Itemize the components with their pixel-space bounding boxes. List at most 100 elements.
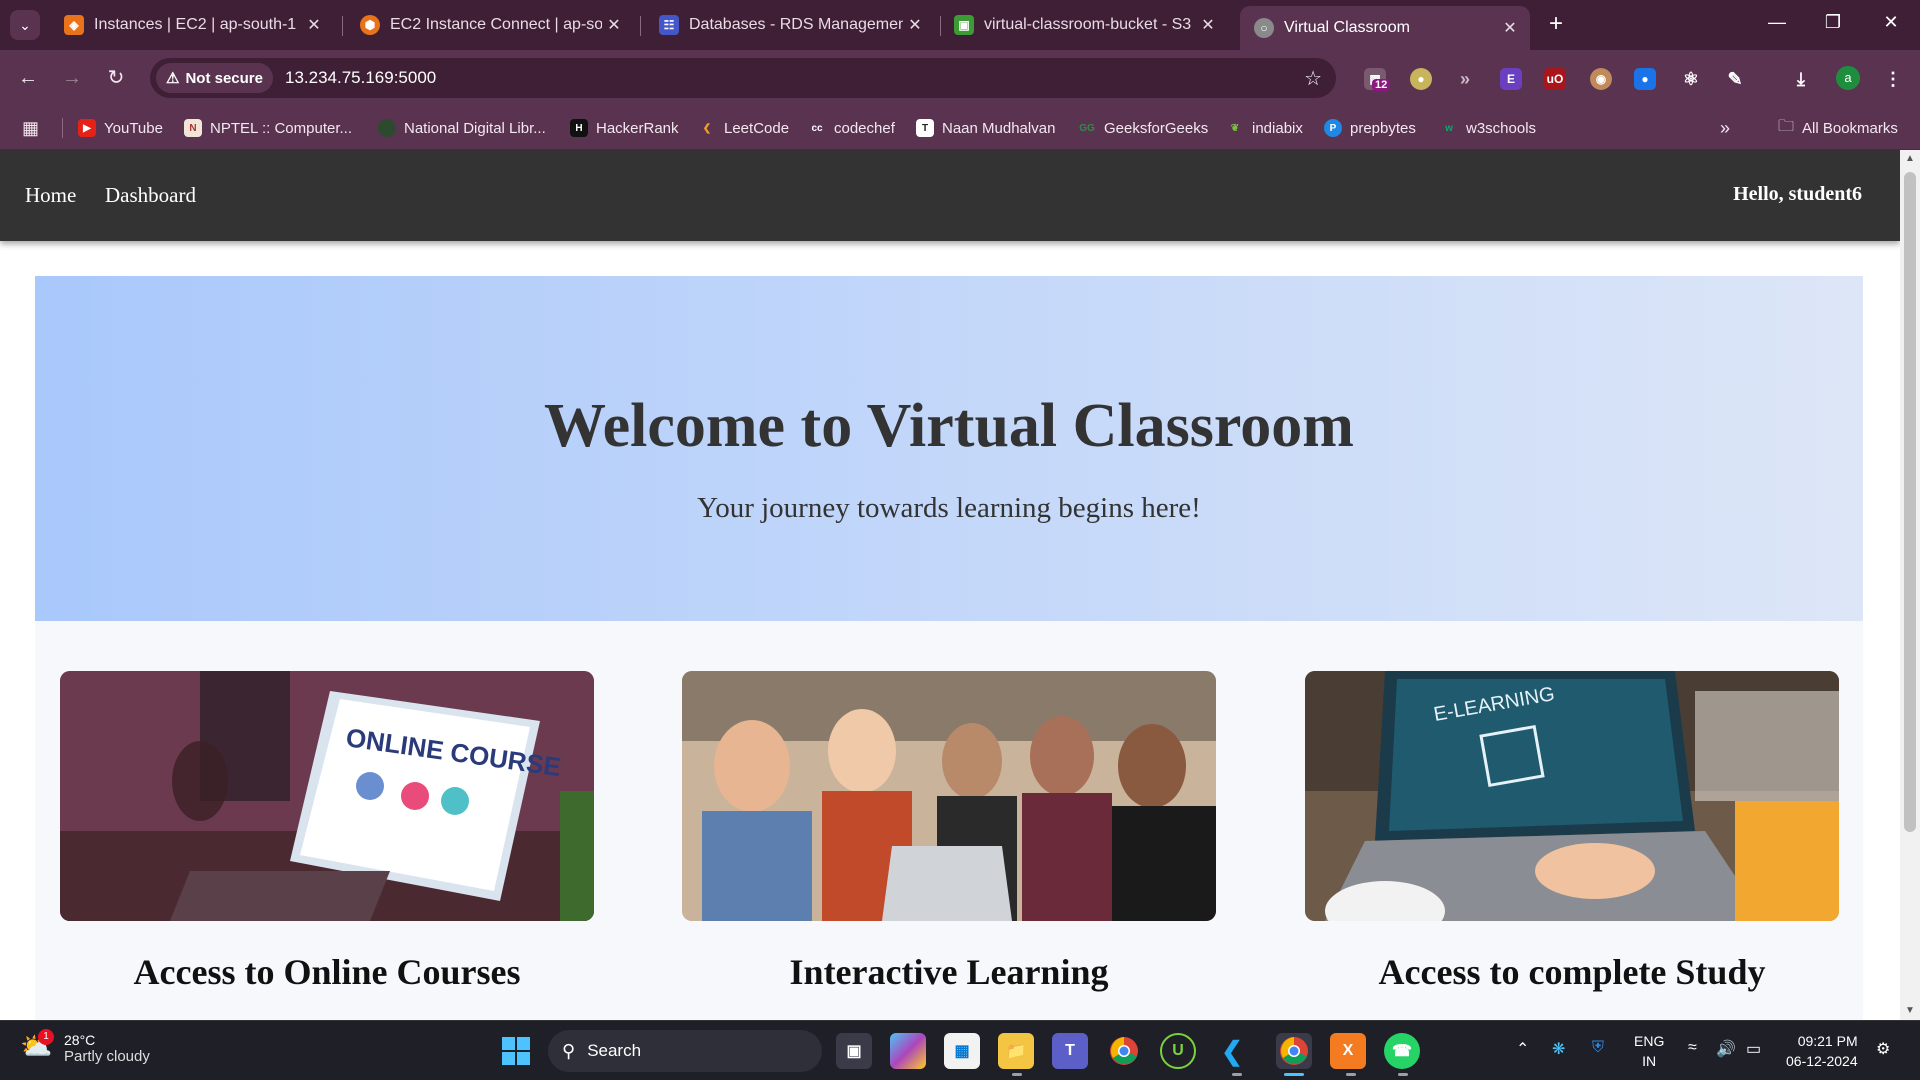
task-view-icon[interactable]: ▣ xyxy=(836,1033,872,1069)
search-label: Search xyxy=(587,1041,642,1060)
tab-divider xyxy=(640,16,641,36)
bookmark-w3schools[interactable]: w w3schools xyxy=(1440,117,1536,139)
scroll-thumb[interactable] xyxy=(1904,172,1916,832)
tab-virtual-classroom[interactable]: ○ Virtual Classroom ✕ xyxy=(1240,6,1530,50)
reload-button[interactable]: ↻ xyxy=(102,64,130,92)
whatsapp-icon[interactable]: ☎ xyxy=(1384,1033,1420,1069)
download-icon[interactable]: ⤓ xyxy=(1790,68,1812,90)
volume-icon[interactable]: 🔊 xyxy=(1716,1039,1736,1059)
minimize-button[interactable]: — xyxy=(1762,12,1792,33)
react-devtools-icon[interactable]: ⚛ xyxy=(1680,68,1702,90)
close-window-button[interactable]: ✕ xyxy=(1876,12,1906,33)
bookmark-ndl[interactable]: National Digital Libr... xyxy=(378,117,546,139)
bookmark-label: NPTEL :: Computer... xyxy=(210,119,352,137)
address-bar[interactable]: ⚠ Not secure 13.234.75.169:5000 ☆ xyxy=(150,58,1336,98)
apps-grid-button[interactable]: ▦ xyxy=(22,117,39,139)
extension-icon[interactable]: ◉ xyxy=(1590,68,1612,90)
bookmark-label: YouTube xyxy=(104,119,163,137)
tab-ec2-connect[interactable]: ⬢ EC2 Instance Connect | ap-south ✕ xyxy=(346,6,634,44)
file-explorer-icon[interactable]: 📁 xyxy=(998,1033,1034,1069)
language-indicator[interactable]: ENG IN xyxy=(1634,1031,1664,1071)
menu-kebab-icon[interactable]: ⋮ xyxy=(1882,68,1904,90)
scroll-up-arrow[interactable]: ▲ xyxy=(1900,150,1920,168)
nav-home-link[interactable]: Home xyxy=(25,183,76,208)
tab-s3-bucket[interactable]: ▣ virtual-classroom-bucket - S3 b ✕ xyxy=(940,6,1228,44)
system-clock[interactable]: 09:21 PM 06-12-2024 xyxy=(1786,1031,1858,1071)
tab-title: EC2 Instance Connect | ap-south xyxy=(390,16,602,33)
chrome-profile-icon[interactable] xyxy=(1276,1033,1312,1069)
close-icon[interactable]: ✕ xyxy=(1196,15,1220,35)
ublock-icon[interactable]: uO xyxy=(1544,68,1566,90)
back-button[interactable]: ← xyxy=(14,64,42,92)
warning-icon: ⚠ xyxy=(166,70,180,87)
tab-ec2-instances[interactable]: ◈ Instances | EC2 | ap-south-1 ✕ xyxy=(50,6,334,44)
close-icon[interactable]: ✕ xyxy=(302,15,326,35)
page-scrollbar[interactable]: ▲ ▼ xyxy=(1900,150,1920,1020)
password-manager-icon[interactable]: ● xyxy=(1634,68,1656,90)
e-learning-laptop-illustration: E-LEARNING xyxy=(1305,671,1839,921)
running-indicator xyxy=(1398,1073,1408,1076)
teams-icon[interactable]: T xyxy=(1052,1033,1088,1069)
hero-title: Welcome to Virtual Classroom xyxy=(544,392,1354,460)
aws-ec2-icon: ⬢ xyxy=(360,15,380,35)
bookmark-youtube[interactable]: ▶ YouTube xyxy=(78,117,163,139)
prepbytes-icon: P xyxy=(1324,119,1342,137)
weather-widget[interactable]: ⛅ 1 28°C Partly cloudy xyxy=(20,1029,150,1065)
nav-dashboard-link[interactable]: Dashboard xyxy=(105,183,196,208)
more-bookmarks-button[interactable]: » xyxy=(1720,117,1730,139)
new-tab-button[interactable]: + xyxy=(1542,11,1570,39)
bookmark-naan-mudhalvan[interactable]: T Naan Mudhalvan xyxy=(916,117,1055,139)
wifi-icon[interactable]: ≈ xyxy=(1688,1039,1697,1057)
notification-icon[interactable]: ⚙ xyxy=(1876,1039,1890,1059)
microsoft-store-icon[interactable]: ▦ xyxy=(944,1033,980,1069)
extensions-puzzle-icon[interactable]: ✎ xyxy=(1724,68,1746,90)
restore-button[interactable]: ❐ xyxy=(1818,12,1848,33)
bookmark-indiabix[interactable]: ❦ indiabix xyxy=(1226,117,1303,139)
aws-rds-icon: ☷ xyxy=(659,15,679,35)
vscode-icon[interactable]: ❮ xyxy=(1214,1033,1250,1069)
bookmark-star-icon[interactable]: ☆ xyxy=(1304,66,1322,91)
upwork-icon[interactable]: U xyxy=(1160,1033,1196,1069)
close-icon[interactable]: ✕ xyxy=(1498,18,1522,38)
running-indicator xyxy=(1346,1073,1356,1076)
security-chip[interactable]: ⚠ Not secure xyxy=(156,63,273,93)
profile-avatar[interactable]: a xyxy=(1836,66,1860,90)
copilot-icon[interactable] xyxy=(890,1033,926,1069)
defender-icon[interactable]: ⛨ xyxy=(1592,1039,1604,1057)
bookmark-leetcode[interactable]: ❮ LeetCode xyxy=(698,117,789,139)
plus-icon: + xyxy=(1548,10,1563,37)
windows-logo-tile xyxy=(502,1052,515,1065)
extension-icon[interactable]: ● xyxy=(1410,68,1432,90)
extension-icon[interactable]: E xyxy=(1500,68,1522,90)
bookmark-geeksforgeeks[interactable]: GG GeeksforGeeks xyxy=(1078,117,1208,139)
bookmark-hackerrank[interactable]: H HackerRank xyxy=(570,117,679,139)
bookmark-prepbytes[interactable]: P prepbytes xyxy=(1324,117,1416,139)
extension-badge: 12 xyxy=(1372,79,1391,91)
tray-overflow-icon[interactable]: ⌃ xyxy=(1516,1039,1529,1059)
taskbar-search[interactable]: ⚲ Search xyxy=(548,1030,822,1072)
extension-icon[interactable]: » xyxy=(1454,68,1476,90)
xampp-icon[interactable]: X xyxy=(1330,1033,1366,1069)
weather-description: Partly cloudy xyxy=(64,1047,150,1065)
all-bookmarks-button[interactable]: 🗀 All Bookmarks xyxy=(1778,117,1898,139)
close-icon[interactable]: ✕ xyxy=(903,15,927,35)
url-text[interactable]: 13.234.75.169:5000 xyxy=(285,68,436,88)
tab-strip: ⌄ ◈ Instances | EC2 | ap-south-1 ✕ ⬢ EC2… xyxy=(0,0,1920,50)
clock-time: 09:21 PM xyxy=(1797,1033,1858,1049)
region-code: IN xyxy=(1642,1053,1657,1069)
chrome-logo xyxy=(1110,1037,1138,1065)
battery-icon[interactable]: ▭ xyxy=(1746,1039,1761,1059)
scroll-down-arrow[interactable]: ▼ xyxy=(1900,1002,1920,1020)
close-icon[interactable]: ✕ xyxy=(602,15,626,35)
bookmark-codechef[interactable]: cc codechef xyxy=(808,117,894,139)
tab-rds-databases[interactable]: ☷ Databases - RDS Management C ✕ xyxy=(645,6,935,44)
bookmark-label: indiabix xyxy=(1252,119,1303,137)
arrow-left-icon: ← xyxy=(18,67,38,89)
close-icon: ✕ xyxy=(1883,12,1899,32)
chrome-icon[interactable] xyxy=(1106,1033,1142,1069)
tab-search-button[interactable]: ⌄ xyxy=(10,10,40,40)
bookmark-nptel[interactable]: N NPTEL :: Computer... xyxy=(184,117,352,139)
forward-button[interactable]: → xyxy=(58,64,86,92)
start-button[interactable] xyxy=(502,1037,530,1065)
tray-app-icon[interactable]: ❋ xyxy=(1552,1039,1565,1059)
